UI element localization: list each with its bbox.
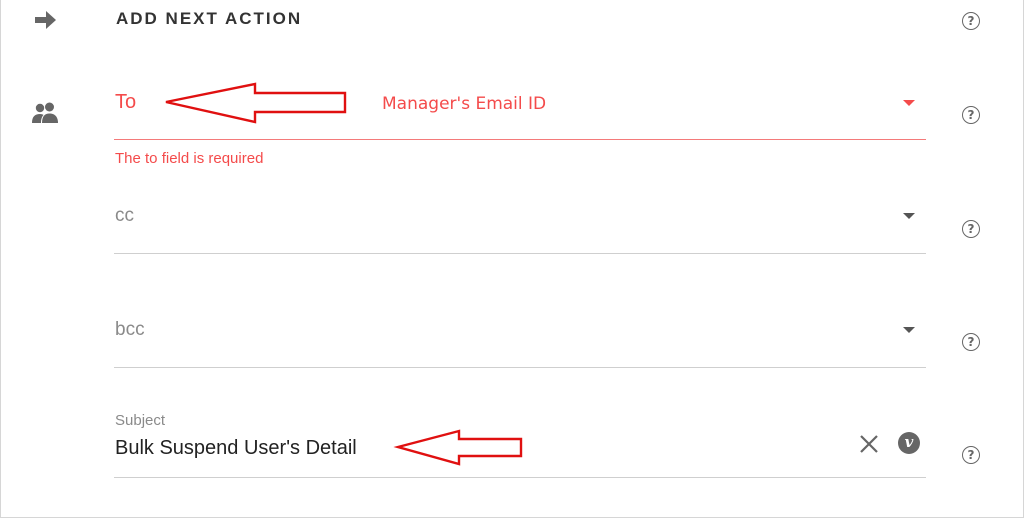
help-icon[interactable]: ? — [962, 446, 980, 464]
chevron-down-icon[interactable] — [903, 213, 915, 219]
cc-field-underline — [114, 253, 926, 254]
section-title: ADD NEXT ACTION — [116, 9, 303, 28]
arrow-right-icon — [35, 11, 56, 29]
help-icon[interactable]: ? — [962, 220, 980, 238]
to-field-underline — [114, 139, 926, 140]
cc-field-select[interactable] — [114, 196, 926, 254]
annotation-arrow-to — [165, 82, 347, 124]
chevron-down-icon[interactable] — [903, 100, 915, 106]
bcc-field-underline — [114, 367, 926, 368]
help-icon[interactable]: ? — [962, 12, 980, 30]
help-icon[interactable]: ? — [962, 333, 980, 351]
subject-field-input[interactable]: Bulk Suspend User's Detail — [115, 437, 357, 460]
people-icon — [32, 102, 58, 123]
subject-field-label: Subject — [115, 412, 166, 429]
help-icon[interactable]: ? — [962, 106, 980, 124]
annotation-arrow-subject — [393, 429, 523, 466]
variable-badge[interactable]: v — [898, 432, 920, 454]
close-icon[interactable] — [859, 434, 879, 454]
to-field-error: The to field is required — [115, 150, 264, 167]
bcc-field-select[interactable] — [114, 310, 926, 368]
chevron-down-icon[interactable] — [903, 327, 915, 333]
subject-field-underline — [114, 477, 926, 478]
